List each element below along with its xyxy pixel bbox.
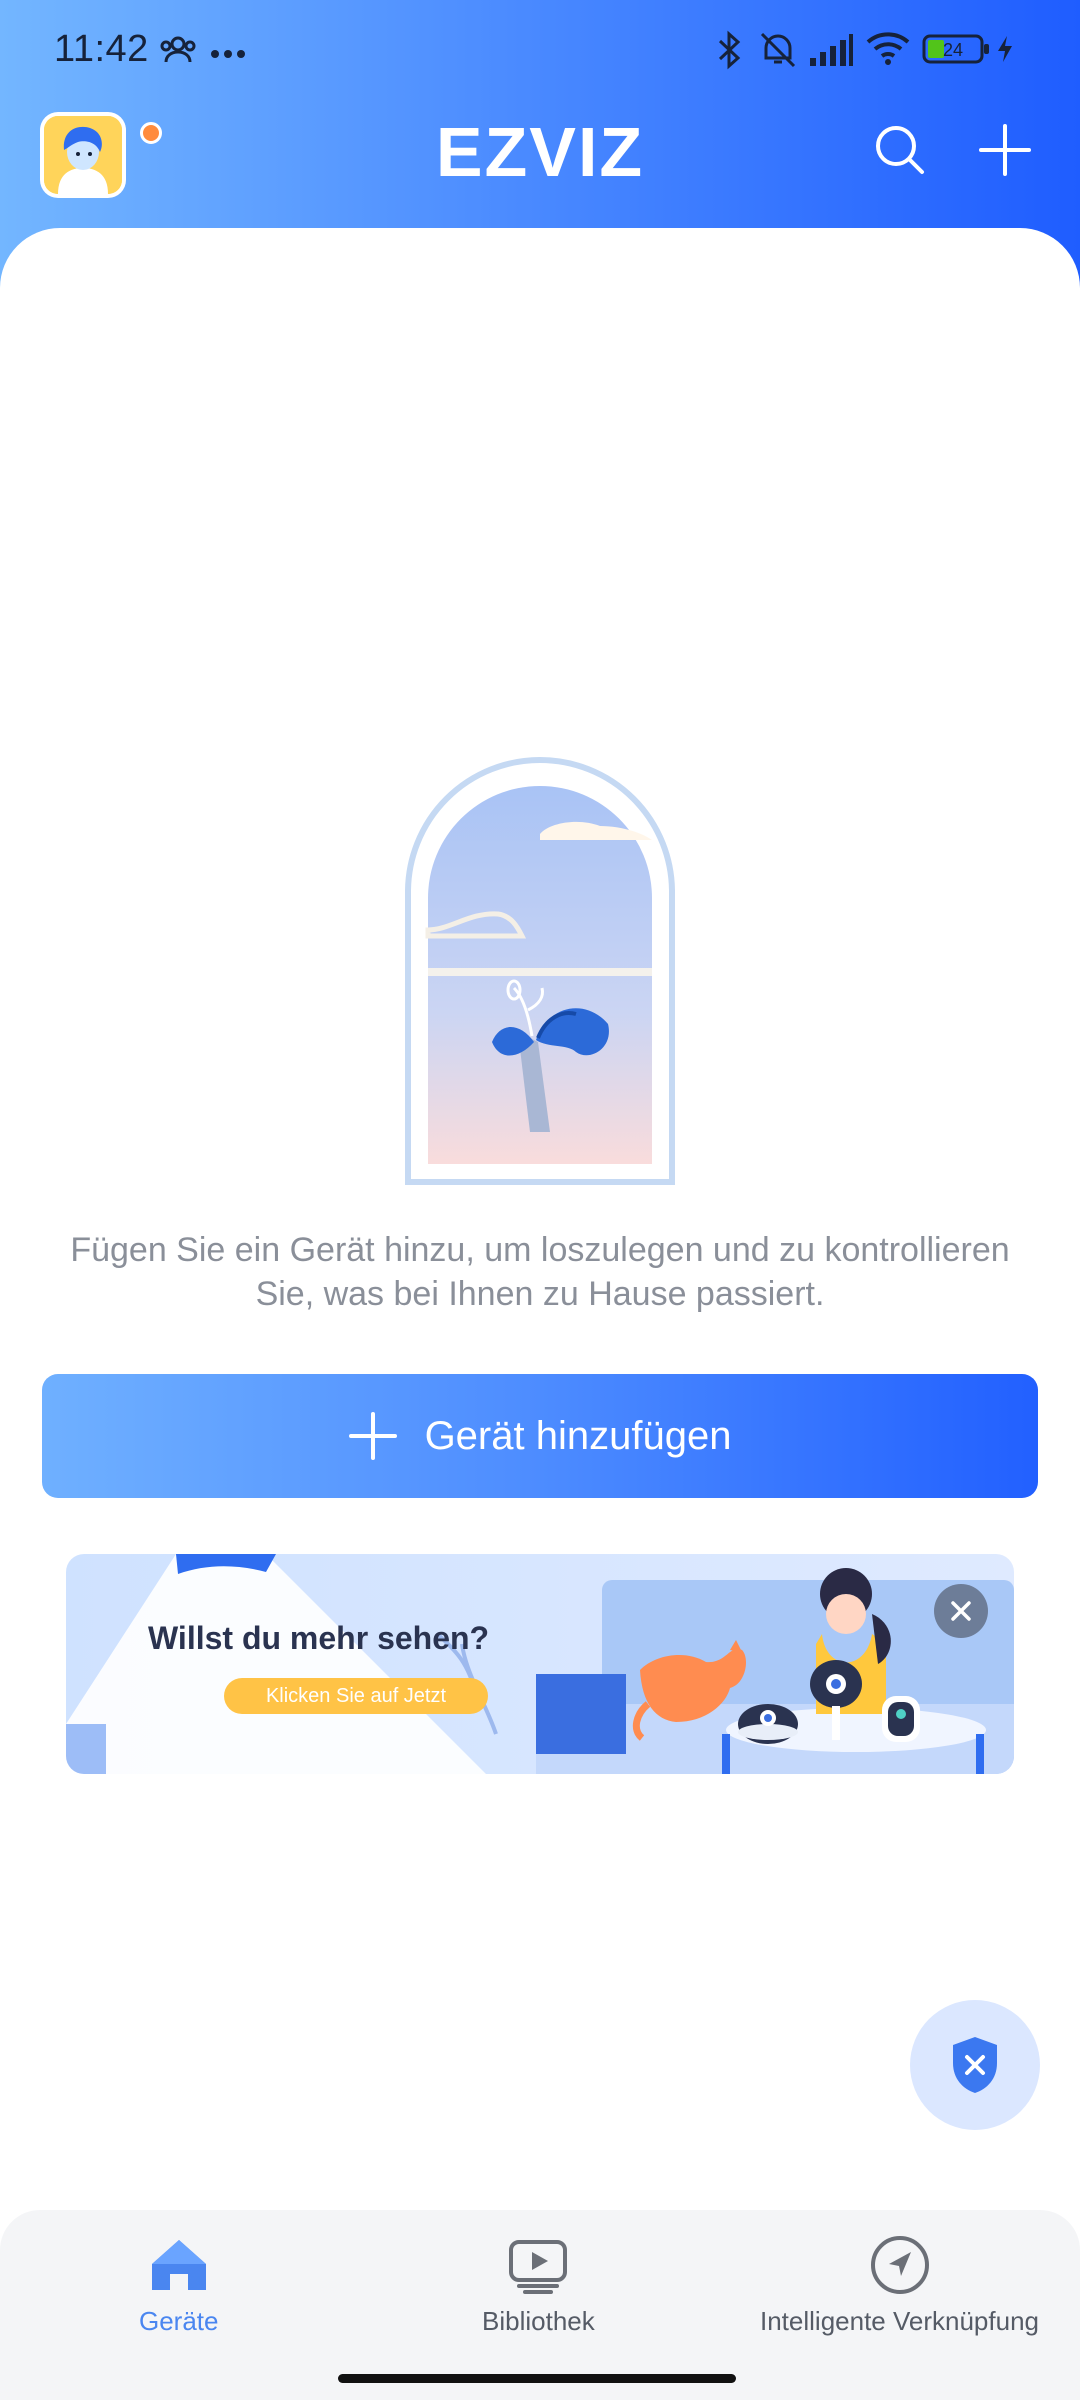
avatar-image [44,116,122,194]
promo-illustration [66,1554,1014,1774]
ezviz-logo: EZVIZ [395,113,685,191]
promo-title: Willst du mehr sehen? [148,1620,490,1656]
status-bar: 11:42 24 [0,0,1080,100]
charging-icon [996,34,1014,69]
promo-close-button[interactable] [934,1584,988,1638]
nav-label-devices: Geräte [139,2306,219,2336]
more-dots-icon [210,46,246,64]
home-icon [151,2240,206,2290]
nav-item-devices[interactable]: Geräte [139,2234,219,2337]
plus-icon [979,124,1031,176]
security-float-button[interactable] [910,2000,1040,2130]
add-button[interactable] [975,120,1035,180]
people-icon [158,36,198,69]
nav-item-library[interactable]: Bibliothek [482,2234,595,2337]
empty-state-message: Fügen Sie ein Gerät hinzu, um loszulegen… [70,1231,1010,1313]
bluetooth-icon [716,30,742,75]
nav-item-automation[interactable]: Intelligente Verknüpfung [760,2234,1039,2337]
wifi-icon [866,30,910,71]
bottom-navigation: Geräte Bibliothek Intelligente Verknüpfu… [0,2210,1080,2400]
notification-dot [140,122,162,144]
battery-icon: 24 [922,34,992,69]
promo-banner[interactable]: Willst du mehr sehen? Klicken Sie auf Je… [66,1554,1014,1774]
promo-cta-button[interactable]: Klicken Sie auf Jetzt [224,1678,488,1714]
avatar[interactable] [40,112,162,198]
shield-icon [953,2037,997,2093]
plus-icon [348,1412,397,1460]
nav-label-automation: Intelligente Verknüpfung [760,2306,1039,2336]
search-icon [876,126,924,174]
logo-text: EZVIZ [436,118,644,188]
nav-label-library: Bibliothek [482,2306,595,2336]
add-device-label: Gerät hinzufügen [424,1413,732,1458]
battery-level: 24 [943,40,963,60]
navigation-icon [870,2236,929,2294]
top-bar: EZVIZ [0,100,1080,230]
search-button[interactable] [870,120,930,180]
signal-icon [808,32,854,73]
library-icon [509,2240,568,2294]
home-indicator[interactable] [338,2374,736,2383]
empty-state-illustration [400,752,680,1192]
mute-icon [756,28,800,77]
add-device-button[interactable]: Gerät hinzufügen [42,1374,1038,1498]
close-icon [951,1601,971,1621]
status-time: 11:42 [54,28,149,70]
